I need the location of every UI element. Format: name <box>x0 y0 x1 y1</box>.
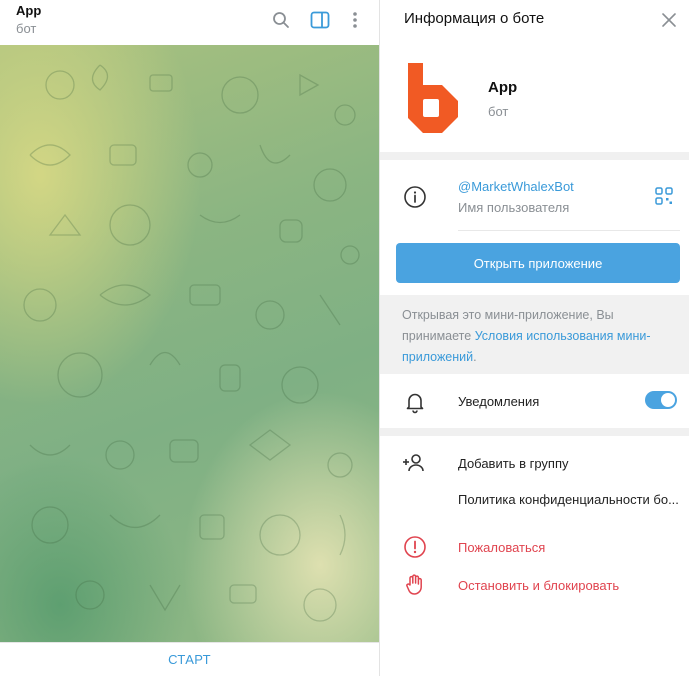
notice-suffix: . <box>473 350 477 364</box>
bot-type: бот <box>488 104 509 119</box>
privacy-policy-label[interactable]: Политика конфиденциальности бо... <box>458 492 679 507</box>
wallpaper-pattern <box>23 64 360 622</box>
bot-info-panel: Информация о боте App бот @MarketWhalexB… <box>380 0 689 676</box>
section-divider <box>380 428 689 436</box>
chat-header[interactable]: App бот <box>0 0 379 45</box>
sidebar-toggle-icon[interactable] <box>308 8 332 32</box>
chat-pane: App бот СТАРТ <box>0 0 379 676</box>
stop-hand-icon <box>406 574 422 595</box>
open-app-button[interactable]: Открыть приложение <box>396 243 680 283</box>
notifications-toggle[interactable] <box>645 391 677 409</box>
add-user-icon <box>403 454 424 472</box>
bot-username[interactable]: @MarketWhalexBot <box>458 179 574 194</box>
info-icon <box>404 186 426 208</box>
chat-subtitle: бот <box>16 21 37 36</box>
start-button[interactable]: СТАРТ <box>168 652 211 667</box>
more-vertical-icon[interactable] <box>343 8 367 32</box>
section-divider <box>380 152 689 160</box>
close-icon[interactable] <box>659 10 679 30</box>
report-label[interactable]: Пожаловаться <box>458 540 545 555</box>
toggle-knob <box>661 393 675 407</box>
search-icon[interactable] <box>269 8 293 32</box>
warning-icon <box>404 536 426 558</box>
start-bar: СТАРТ <box>0 642 379 676</box>
bot-avatar[interactable] <box>405 61 461 135</box>
block-label[interactable]: Остановить и блокировать <box>458 578 619 593</box>
row-divider <box>458 230 680 231</box>
notifications-label: Уведомления <box>458 394 540 409</box>
qr-code-icon[interactable] <box>655 187 673 205</box>
chat-background <box>0 45 379 642</box>
chat-title[interactable]: App <box>16 3 41 18</box>
bot-name: App <box>488 79 518 96</box>
add-to-group-label[interactable]: Добавить в группу <box>458 456 569 471</box>
username-label: Имя пользователя <box>458 200 570 215</box>
bell-icon <box>406 393 424 414</box>
terms-notice: Открывая это мини-приложение, Вы принима… <box>380 295 689 374</box>
panel-title: Информация о боте <box>404 10 545 27</box>
